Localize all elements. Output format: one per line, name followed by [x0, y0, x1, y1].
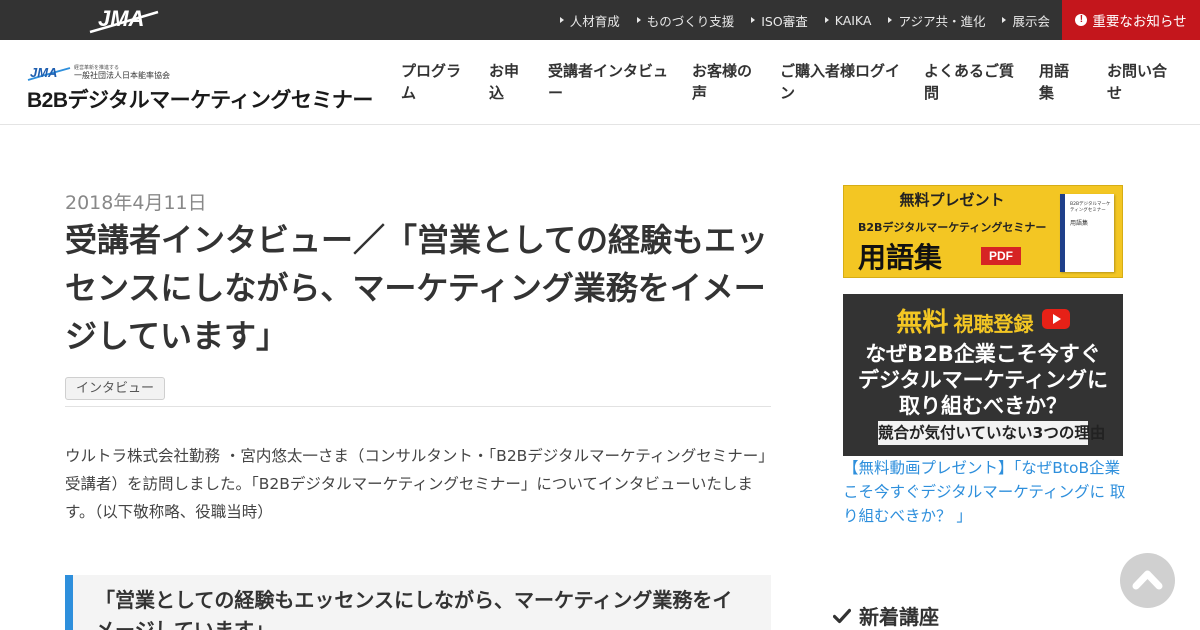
- nav-label: プログラ: [401, 62, 462, 80]
- banner2-register: 視聴登録: [953, 312, 1034, 336]
- banner1-head: 無料プレゼント: [899, 191, 1005, 209]
- post-date: 2018年4月11日: [65, 192, 207, 214]
- triangle-right-icon: [824, 17, 829, 23]
- exclamation-circle-icon: !: [1075, 14, 1088, 26]
- toplink-kaika[interactable]: KAIKA: [824, 12, 872, 28]
- section-heading: 「営業としての経験もエッセンスにしながら、マーケティング業務をイメージしています…: [95, 588, 733, 630]
- nav-label: ム: [401, 84, 417, 102]
- nav-label: 受講者インタビュ: [548, 62, 669, 80]
- nav-label: 問: [924, 84, 940, 102]
- triangle-right-icon: [636, 17, 641, 23]
- banner2-free: 無料: [896, 308, 949, 338]
- triangle-right-icon: [888, 17, 893, 23]
- toplink-label: アジア共・進化: [898, 13, 986, 29]
- banner2-head: 無料 視聴登録: [843, 302, 1123, 339]
- triangle-right-icon: [559, 17, 564, 23]
- top-utility-bar: JMA 人材育成 ものづくり支援 ISO審査 KAIKA アジア共・進化 展示会…: [0, 0, 1200, 40]
- nav-label: お客様の: [692, 62, 753, 80]
- section-heading-box: 「営業としての経験もエッセンスにしながら、マーケティング業務をイメージしています…: [65, 575, 771, 630]
- nav-label: 声: [692, 84, 708, 102]
- nav-label: お問い合: [1107, 62, 1168, 80]
- nav-glossary[interactable]: 用語集: [1039, 60, 1069, 104]
- back-to-top-button[interactable]: [1120, 553, 1175, 608]
- youtube-play-icon: [1041, 309, 1070, 329]
- nav-label: 集: [1039, 84, 1055, 102]
- toplink-asia[interactable]: アジア共・進化: [888, 11, 985, 30]
- video-present-link[interactable]: 【無料動画プレゼント】「なぜBtoB企業こそ今すぐデジタルマーケティングに 取り…: [843, 456, 1128, 528]
- toplink-monozukuri[interactable]: ものづくり支援: [636, 11, 735, 30]
- nav-faq[interactable]: よくあるご質問: [924, 60, 1014, 104]
- important-notice-button[interactable]: ! 重要なお知らせ: [1062, 0, 1200, 40]
- pdf-badge: PDF: [981, 247, 1021, 265]
- post-lead: ウルトラ株式会社勤務 ・宮内悠太一さま（コンサルタント・「B2Bデジタルマーケテ…: [65, 447, 774, 521]
- nav-label: せ: [1107, 84, 1123, 102]
- nav-label: お申: [489, 62, 520, 80]
- nav-label: ン: [780, 84, 796, 102]
- book-cover-sub: 用語集: [1070, 220, 1089, 227]
- nav-label: ご購入者様ログイ: [780, 62, 901, 80]
- toplink-iso[interactable]: ISO審査: [751, 11, 808, 30]
- toplink-label: 展示会: [1012, 13, 1050, 29]
- video-register-banner[interactable]: 無料 視聴登録 なぜB2B企業こそ今すぐ デジタルマーケティングに 取り組むべき…: [843, 294, 1123, 456]
- banner1-sub: B2Bデジタルマーケティングセミナー: [858, 221, 1047, 234]
- new-courses-label: 新着講座: [859, 605, 939, 629]
- divider: [65, 406, 771, 407]
- toplink-label: ISO審査: [761, 13, 808, 29]
- toplink-jinzai[interactable]: 人材育成: [559, 11, 620, 30]
- notice-label: 重要なお知らせ: [1092, 14, 1187, 30]
- check-icon: [833, 608, 851, 623]
- toplink-label: ものづくり支援: [646, 13, 735, 29]
- triangle-right-icon: [1002, 17, 1007, 23]
- nav-login[interactable]: ご購入者様ログイン: [780, 60, 900, 104]
- banner1-main: 用語集: [858, 241, 943, 274]
- global-nav: プログラム お申込 受講者インタビュー お客様の声 ご購入者様ログイン よくある…: [0, 60, 1200, 106]
- category-tag[interactable]: インタビュー: [65, 377, 166, 400]
- toplink-tenjikai[interactable]: 展示会: [1002, 11, 1050, 30]
- banner2-foot: 競合が気付いていない3つの理由: [878, 421, 1105, 445]
- glossary-present-banner[interactable]: 無料プレゼント B2Bデジタルマーケティングセミナー 用語集 PDF B2Bデジ…: [843, 185, 1123, 278]
- nav-apply[interactable]: お申込: [489, 60, 519, 104]
- jma-logo-text: JMA: [98, 6, 144, 31]
- nav-interview[interactable]: 受講者インタビュー: [548, 60, 668, 104]
- triangle-right-icon: [751, 17, 756, 23]
- nav-label: 用語: [1039, 62, 1070, 80]
- nav-contact[interactable]: お問い合せ: [1107, 60, 1167, 104]
- jma-logo[interactable]: JMA: [88, 4, 162, 36]
- post-title: 受講者インタビュー／「営業としての経験もエッセンスにしながら、マーケティング業務…: [65, 221, 769, 355]
- site-header: JMA 経営革新を推進する 一般社団法人日本能率協会 B2Bデジタルマーケティン…: [0, 40, 1200, 125]
- nav-voices[interactable]: お客様の声: [692, 60, 752, 104]
- banner2-line: 取り組むべきか？: [899, 394, 1067, 418]
- nav-program[interactable]: プログラム: [401, 60, 461, 104]
- chevron-up-icon: [1132, 570, 1163, 590]
- nav-label: よくあるご質: [924, 62, 1015, 80]
- toplink-label: KAIKA: [834, 12, 872, 28]
- top-links: 人材育成 ものづくり支援 ISO審査 KAIKA アジア共・進化 展示会: [559, 0, 1050, 40]
- book-cover-image: B2Bデジタルマーケティングセミナー 用語集: [1060, 194, 1114, 272]
- toplink-label: 人材育成: [569, 13, 620, 29]
- nav-label: 込: [489, 84, 505, 102]
- book-cover-title: B2Bデジタルマーケティングセミナー: [1070, 202, 1111, 213]
- new-courses-heading: 新着講座: [833, 601, 939, 630]
- nav-label: ー: [548, 84, 564, 102]
